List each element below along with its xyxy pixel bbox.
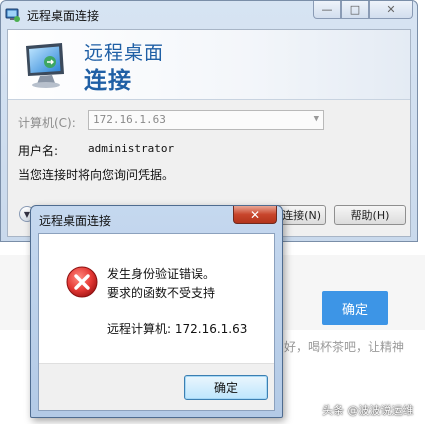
computer-label: 计算机(C): <box>18 116 76 130</box>
error-message-line2: 要求的函数不受支持 <box>107 286 216 300</box>
maximize-button[interactable]: □ <box>341 1 369 19</box>
close-button[interactable]: ✕ <box>369 1 413 19</box>
window-titlebar: 远程桌面连接 <box>5 5 99 25</box>
remote-desktop-icon <box>5 7 21 23</box>
error-icon <box>65 265 99 299</box>
computer-value: 172.16.1.63 <box>93 113 166 126</box>
window-title: 远程桌面连接 <box>27 8 100 23</box>
banner: 远程桌面 连接 <box>8 30 410 100</box>
window-controls: — □ ✕ <box>313 1 413 19</box>
dialog-close-button[interactable]: ✕ <box>233 206 277 224</box>
error-message-line1: 发生身份验证错误。 <box>107 267 216 281</box>
dialog-title: 远程桌面连接 <box>39 214 112 228</box>
username-value: administrator <box>88 142 175 155</box>
dialog-body: 发生身份验证错误。 要求的函数不受支持 远程计算机: 172.16.1.63 确… <box>38 233 275 411</box>
minimize-button[interactable]: — <box>313 1 341 19</box>
ok-button[interactable]: 确定 <box>184 375 268 400</box>
background-text: 好，喝杯茶吧，让精神 <box>284 340 405 354</box>
error-dialog: 远程桌面连接 ✕ 发生身份验证错误。 要求的函数不受支持 远程计算机: 172.… <box>30 205 283 418</box>
computer-select[interactable]: 172.16.1.63 ▼ <box>88 110 324 130</box>
remote-computer-text: 远程计算机: 172.16.1.63 <box>107 322 248 336</box>
help-button[interactable]: 帮助(H) <box>334 205 406 225</box>
banner-title-line2: 连接 <box>84 68 132 94</box>
chevron-down-icon: ▼ <box>313 114 319 124</box>
dialog-footer: 确定 <box>39 363 274 410</box>
watermark: 头条 @波波说运维 <box>322 404 414 417</box>
monitor-icon <box>22 40 72 90</box>
background-confirm-button[interactable]: 确定 <box>322 291 388 325</box>
username-label: 用户名: <box>18 144 59 158</box>
credential-note: 当您连接时将向您询问凭据。 <box>18 168 175 182</box>
